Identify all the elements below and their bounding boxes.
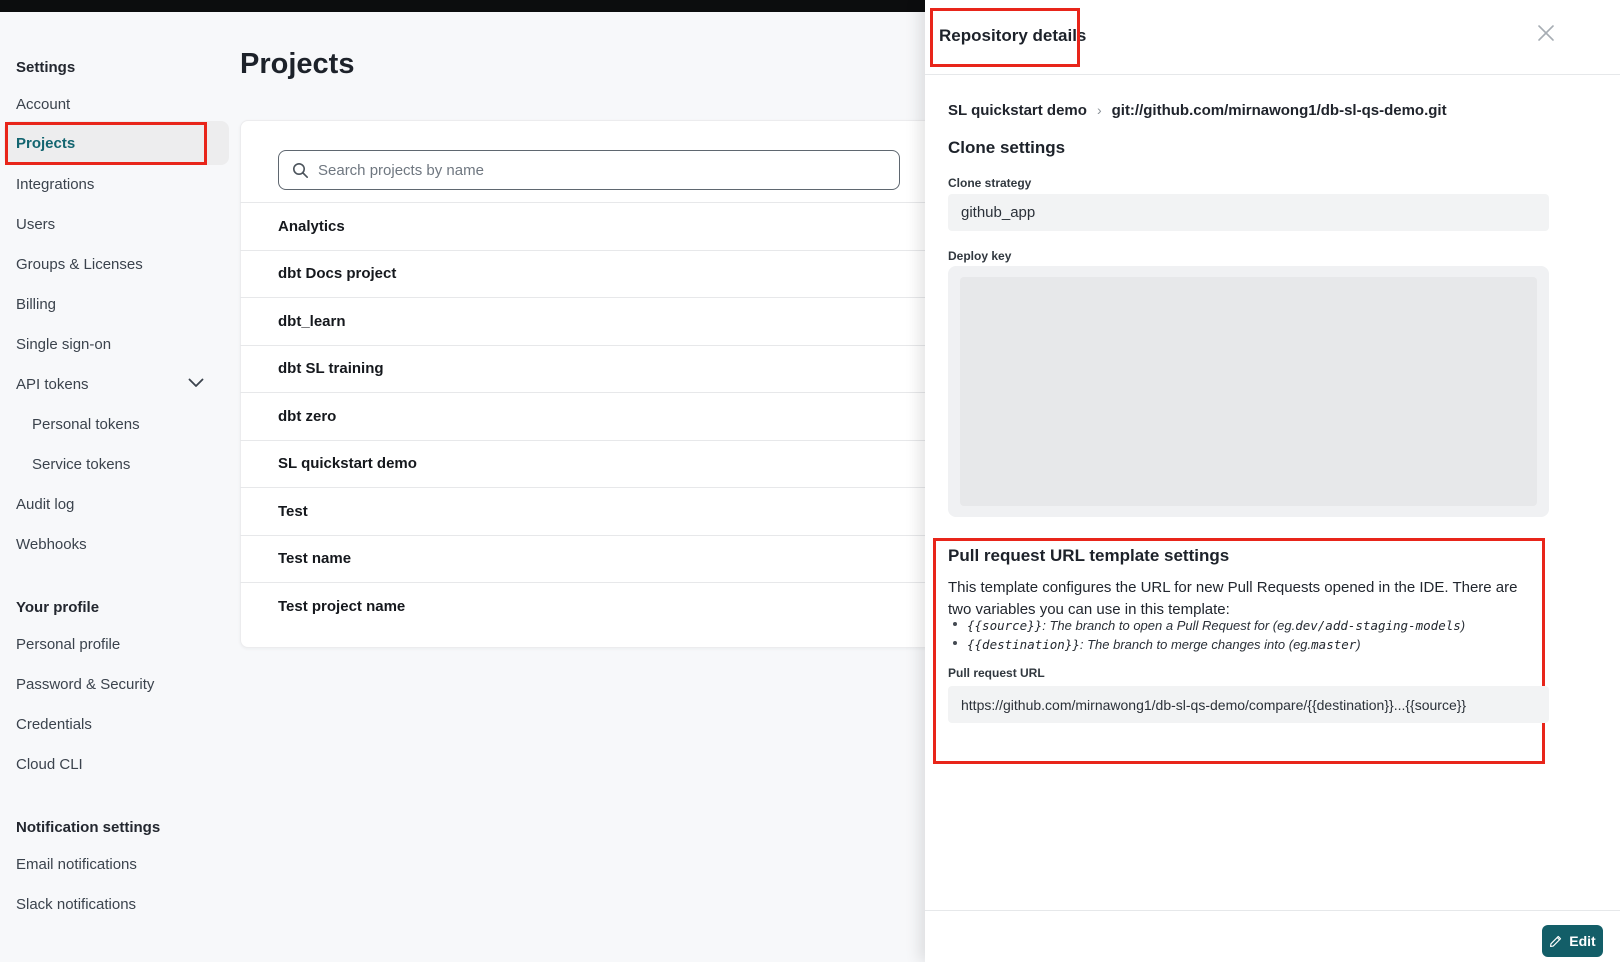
search-input[interactable] [318,162,878,179]
breadcrumb-repo-url: git://github.com/mirnawong1/db-sl-qs-dem… [1112,102,1447,119]
pull-request-variables-list: {{source}} : The branch to open a Pull R… [951,617,1541,655]
sidebar-item-api-tokens[interactable]: API tokens [16,375,89,395]
projects-list: Analytics dbt Docs project dbt_learn dbt… [240,202,940,630]
sidebar-item-projects-label: Projects [16,135,75,152]
breadcrumb-project-name: SL quickstart demo [948,102,1087,119]
pull-request-settings-description: This template configures the URL for new… [948,577,1544,621]
project-row-test-name[interactable]: Test name [240,535,940,583]
clone-settings-heading: Clone settings [948,138,1065,158]
sidebar-item-webhooks[interactable]: Webhooks [16,535,87,555]
sidebar-heading-notification-settings: Notification settings [16,817,160,839]
close-icon[interactable] [1535,22,1557,44]
repository-details-panel: Repository details SL quickstart demo › gi… [925,0,1620,962]
project-row-dbt-zero[interactable]: dbt zero [240,392,940,440]
panel-title: Repository details [939,26,1086,46]
sidebar-item-projects[interactable]: Projects [4,121,229,165]
search-icon [292,162,309,179]
project-row-test-project-name[interactable]: Test project name [240,582,940,630]
sidebar-item-slack-notifications[interactable]: Slack notifications [16,895,136,915]
sidebar-item-credentials[interactable]: Credentials [16,715,92,735]
settings-sidebar: Settings Account Projects Integrations U… [0,0,240,962]
sidebar-item-email-notifications[interactable]: Email notifications [16,855,137,875]
project-row-analytics[interactable]: Analytics [240,202,940,250]
project-search[interactable] [278,150,900,190]
app-window: Settings Account Projects Integrations U… [0,0,1620,962]
clone-strategy-label: Clone strategy [948,176,1031,190]
project-row-dbt-docs-project[interactable]: dbt Docs project [240,250,940,298]
source-variable-suffix: ) [1461,617,1465,634]
project-row-test[interactable]: Test [240,487,940,535]
variable-destination-bullet: {{destination}} : The branch to merge ch… [951,636,1541,653]
chevron-right-icon: › [1097,102,1102,118]
edit-button[interactable]: Edit [1542,925,1603,957]
sidebar-heading-your-profile: Your profile [16,597,99,619]
variable-source-bullet: {{source}} : The branch to open a Pull R… [951,617,1541,634]
pull-request-settings-heading: Pull request URL template settings [948,546,1229,566]
sidebar-item-single-sign-on[interactable]: Single sign-on [16,335,111,355]
bullet-dot [953,622,957,626]
project-row-sl-quickstart-demo[interactable]: SL quickstart demo [240,440,940,488]
sidebar-item-audit-log[interactable]: Audit log [16,495,74,515]
sidebar-heading-settings: Settings [16,57,75,79]
sidebar-item-password-security[interactable]: Password & Security [16,675,154,695]
panel-header-divider [925,74,1620,75]
project-row-dbt-sl-training[interactable]: dbt SL training [240,345,940,393]
sidebar-item-service-tokens[interactable]: Service tokens [32,455,130,475]
deploy-key-label: Deploy key [948,249,1011,263]
sidebar-item-groups-licenses[interactable]: Groups & Licenses [16,255,143,275]
bullet-dot [953,641,957,645]
sidebar-item-integrations[interactable]: Integrations [16,175,94,195]
destination-variable-example: master [1311,636,1356,653]
destination-variable-text: : The branch to merge changes into (eg. [1080,636,1311,653]
clone-strategy-value: github_app [948,194,1549,231]
destination-variable-suffix: ) [1356,636,1360,653]
pull-request-url-value: https://github.com/mirnawong1/db-sl-qs-d… [948,686,1549,723]
sidebar-item-users[interactable]: Users [16,215,55,235]
sidebar-item-account[interactable]: Account [16,95,70,115]
deploy-key-redacted-value [960,277,1537,506]
pull-request-url-label: Pull request URL [948,666,1045,680]
source-variable-text: : The branch to open a Pull Request for … [1042,617,1295,634]
pencil-icon [1549,934,1563,948]
source-variable-example: dev/add-staging-models [1295,617,1461,634]
project-row-dbt-learn[interactable]: dbt_learn [240,297,940,345]
source-variable-code: {{source}} [967,617,1042,634]
page-title: Projects [240,48,354,81]
destination-variable-code: {{destination}} [967,636,1080,653]
sidebar-item-personal-tokens[interactable]: Personal tokens [32,415,140,435]
edit-button-label: Edit [1569,933,1595,949]
sidebar-item-cloud-cli[interactable]: Cloud CLI [16,755,83,775]
sidebar-item-personal-profile[interactable]: Personal profile [16,635,120,655]
chevron-down-icon[interactable] [188,378,204,388]
panel-footer-divider [925,910,1620,911]
sidebar-item-billing[interactable]: Billing [16,295,56,315]
breadcrumb: SL quickstart demo › git://github.com/mirn… [948,102,1447,119]
deploy-key-field [948,266,1549,517]
